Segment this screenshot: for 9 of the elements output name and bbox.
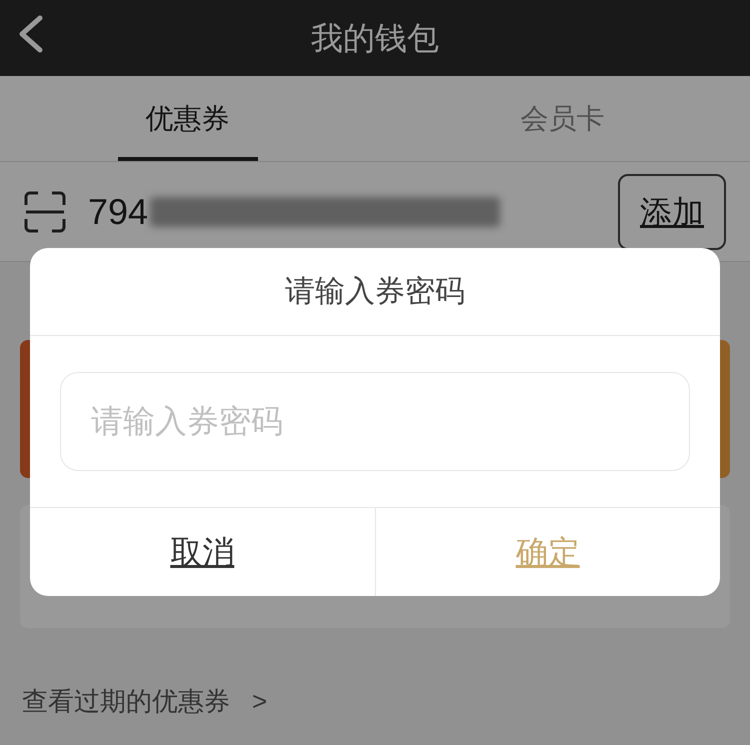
add-button[interactable]: 添加 <box>618 174 726 250</box>
expired-coupons-link[interactable]: 查看过期的优惠券 <box>22 682 230 721</box>
dialog-title: 请输入券密码 <box>285 274 465 310</box>
scan-icon[interactable] <box>24 190 66 232</box>
password-field[interactable]: 请输入券密码 <box>60 372 690 471</box>
chevron-icon: > <box>252 682 268 721</box>
page-title: 我的钱包 <box>311 19 439 58</box>
cancel-button[interactable]: 取消 <box>30 508 374 596</box>
coupon-code: 794 <box>88 190 148 234</box>
